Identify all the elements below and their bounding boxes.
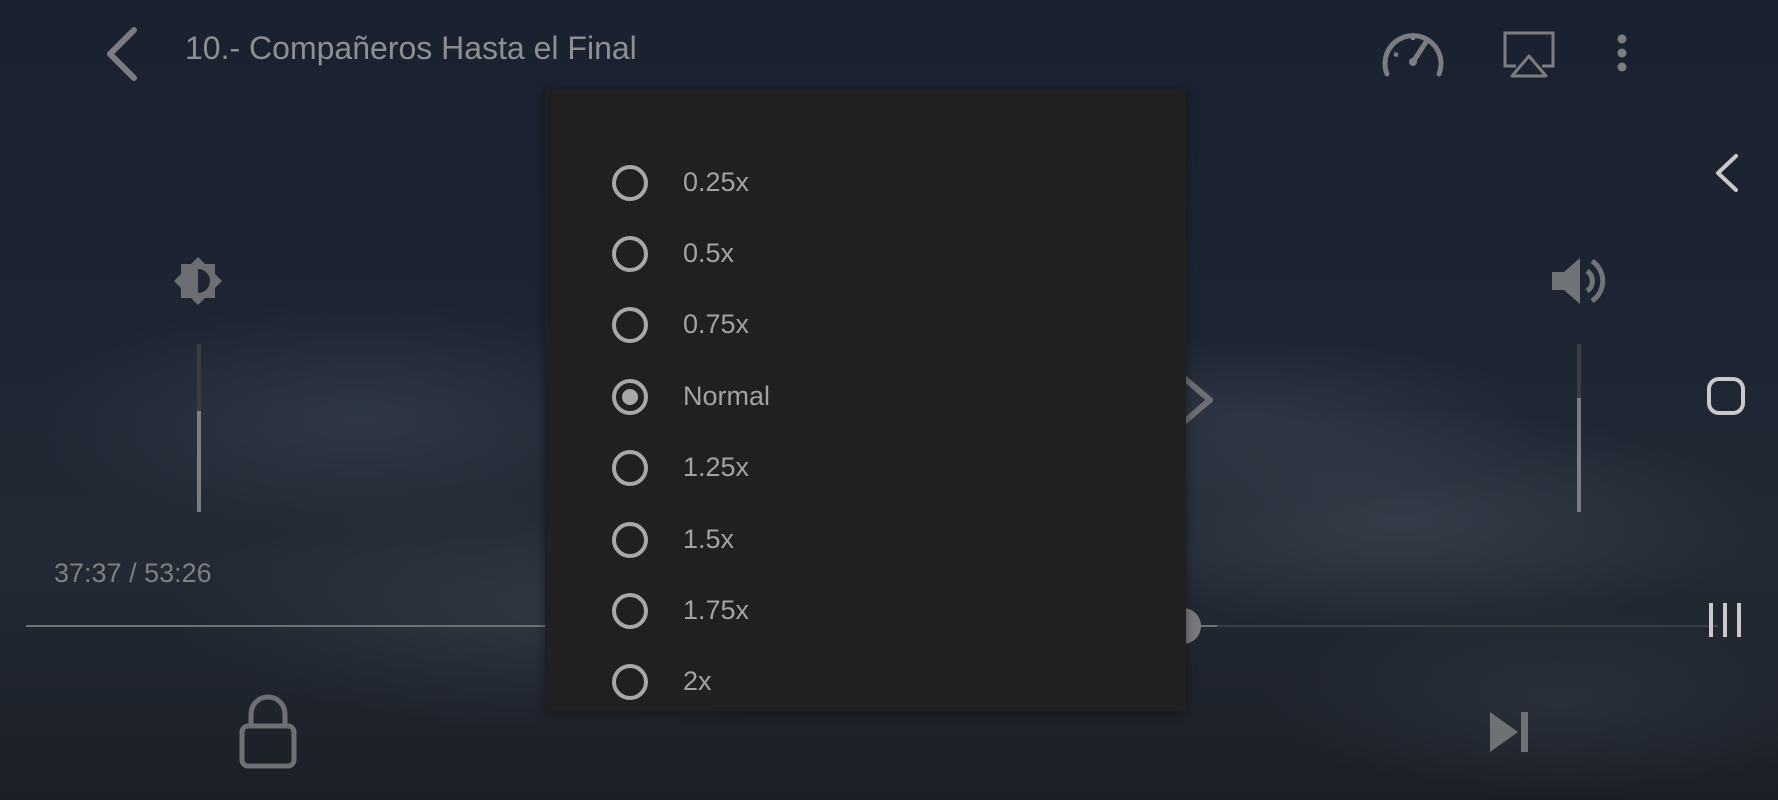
speed-option-1-5x[interactable]: 1.5x: [545, 507, 1186, 578]
nav-recents-icon[interactable]: [1706, 601, 1744, 639]
playback-time: 37:37 / 53:26: [54, 558, 212, 588]
speed-option-label: 1.75x: [683, 595, 750, 625]
radio-button[interactable]: [612, 664, 648, 700]
more-vert-icon[interactable]: [1614, 34, 1630, 74]
speed-option-label: 1.5x: [683, 524, 735, 554]
radio-button[interactable]: [612, 593, 648, 629]
speed-option-label: Normal: [683, 381, 771, 411]
nav-home-icon[interactable]: [1706, 376, 1746, 416]
radio-button[interactable]: [612, 379, 648, 415]
radio-button[interactable]: [612, 236, 648, 272]
speed-option-0-75x[interactable]: 0.75x: [545, 292, 1186, 363]
lock-icon[interactable]: [238, 694, 298, 770]
brightness-slider-fill: [197, 411, 201, 512]
radio-button[interactable]: [612, 307, 648, 343]
speed-option-0-25x[interactable]: 0.25x: [545, 150, 1186, 221]
speed-option-1-75x[interactable]: 1.75x: [545, 578, 1186, 649]
nav-back-icon[interactable]: [1712, 152, 1742, 194]
seek-bar-remaining[interactable]: [1217, 625, 1718, 627]
skip-next-icon[interactable]: [1488, 710, 1532, 754]
radio-button[interactable]: [612, 165, 648, 201]
volume-slider[interactable]: [1577, 344, 1581, 512]
brightness-slider[interactable]: [197, 344, 201, 512]
volume-slider-fill: [1577, 397, 1581, 512]
video-player[interactable]: 10.- Compañeros Hasta el Final 37:37 / 5…: [0, 0, 1778, 800]
speedometer-icon[interactable]: [1380, 24, 1446, 80]
speed-option-label: 2x: [683, 666, 712, 696]
speed-option-2x[interactable]: 2x: [545, 649, 1186, 720]
airplay-icon[interactable]: [1502, 30, 1556, 78]
playback-speed-menu: 0.25x 0.5x 0.75x Normal 1.25x 1.5x 1.75x: [545, 89, 1186, 711]
speed-option-normal[interactable]: Normal: [545, 364, 1186, 435]
speed-option-label: 0.5x: [683, 238, 735, 268]
radio-button[interactable]: [612, 450, 648, 486]
volume-icon: [1550, 254, 1610, 308]
radio-button[interactable]: [612, 522, 648, 558]
back-arrow-icon[interactable]: [100, 24, 144, 84]
speed-option-label: 0.75x: [683, 309, 750, 339]
speed-option-1-25x[interactable]: 1.25x: [545, 435, 1186, 506]
brightness-icon: [173, 256, 223, 306]
speed-option-0-5x[interactable]: 0.5x: [545, 221, 1186, 292]
video-title: 10.- Compañeros Hasta el Final: [185, 30, 637, 66]
speed-option-label: 1.25x: [683, 452, 750, 482]
speed-option-label: 0.25x: [683, 167, 750, 197]
